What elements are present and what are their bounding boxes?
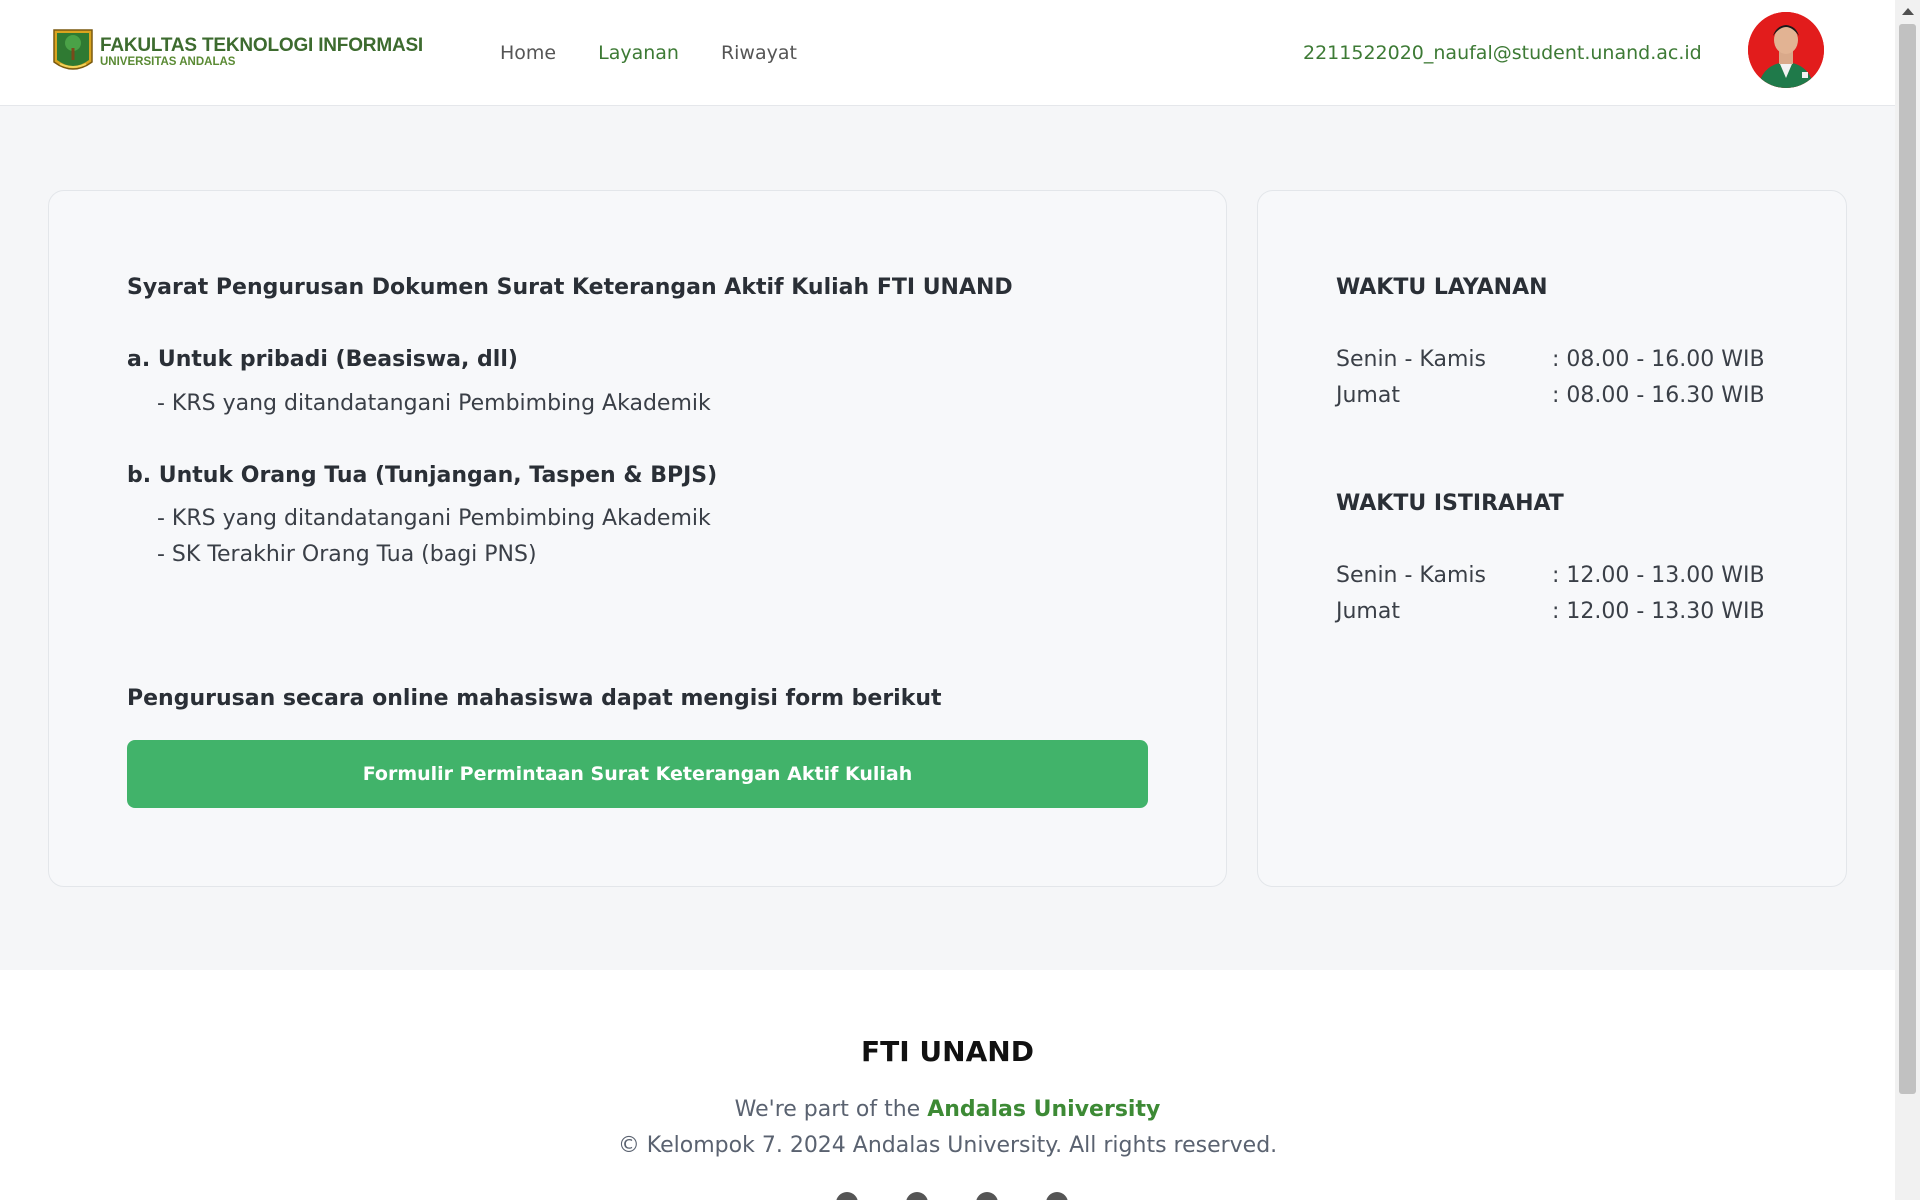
request-form-button[interactable]: Formulir Permintaan Surat Keterangan Akt…	[127, 740, 1148, 808]
university-emblem-icon	[53, 29, 93, 70]
section-b-item: - SK Terakhir Orang Tua (bagi PNS)	[157, 542, 537, 567]
schedule-time: : 08.00 - 16.30 WIB	[1552, 383, 1765, 408]
nav-riwayat[interactable]: Riwayat	[721, 42, 797, 64]
faculty-logo[interactable]: FAKULTAS TEKNOLOGI INFORMASI UNIVERSITAS…	[52, 28, 423, 76]
requirements-title: Syarat Pengurusan Dokumen Surat Keterang…	[127, 275, 1013, 300]
schedule-time: : 08.00 - 16.00 WIB	[1552, 347, 1765, 372]
scroll-up-arrow-icon[interactable]	[1902, 8, 1914, 15]
section-b-label: b. Untuk Orang Tua (Tunjangan, Taspen & …	[127, 463, 718, 488]
nav-home[interactable]: Home	[500, 42, 556, 64]
schedule-day: Senin - Kamis	[1336, 563, 1486, 588]
vertical-scrollbar[interactable]	[1895, 0, 1920, 1200]
facebook-icon[interactable]	[836, 1192, 858, 1200]
service-hours-title: WAKTU LAYANAN	[1336, 275, 1548, 300]
schedule-time: : 12.00 - 13.30 WIB	[1552, 599, 1765, 624]
nav-layanan[interactable]: Layanan	[598, 42, 679, 64]
user-email[interactable]: 2211522020_naufal@student.unand.ac.id	[1303, 42, 1702, 64]
schedule-day: Jumat	[1336, 599, 1400, 624]
avatar-photo-icon	[1748, 12, 1824, 88]
section-a-item: - KRS yang ditandatangani Pembimbing Aka…	[157, 391, 711, 416]
footer-affiliation-prefix: We're part of the	[734, 1097, 928, 1122]
section-b-item: - KRS yang ditandatangani Pembimbing Aka…	[157, 506, 711, 531]
logo-subtitle: UNIVERSITAS ANDALAS	[100, 55, 236, 68]
instagram-icon[interactable]	[976, 1192, 998, 1200]
logo-title: FAKULTAS TEKNOLOGI INFORMASI	[100, 34, 424, 56]
requirements-card: Syarat Pengurusan Dokumen Surat Keterang…	[48, 190, 1227, 887]
schedule-day: Senin - Kamis	[1336, 347, 1486, 372]
section-a-label: a. Untuk pribadi (Beasiswa, dll)	[127, 347, 518, 372]
youtube-icon[interactable]	[1046, 1192, 1068, 1200]
main-nav: Home Layanan Riwayat	[500, 42, 797, 64]
schedule-day: Jumat	[1336, 383, 1400, 408]
top-navbar: FAKULTAS TEKNOLOGI INFORMASI UNIVERSITAS…	[0, 0, 1895, 106]
schedule-time: : 12.00 - 13.00 WIB	[1552, 563, 1765, 588]
scroll-thumb[interactable]	[1899, 24, 1916, 1094]
footer-copyright: © Kelompok 7. 2024 Andalas University. A…	[617, 1133, 1278, 1158]
schedule-card: WAKTU LAYANAN Senin - Kamis : 08.00 - 16…	[1257, 190, 1847, 887]
page-footer: FTI UNAND We're part of the Andalas Univ…	[0, 970, 1895, 1200]
break-hours-title: WAKTU ISTIRAHAT	[1336, 491, 1564, 516]
footer-title: FTI UNAND	[861, 1035, 1034, 1068]
online-instruction: Pengurusan secara online mahasiswa dapat…	[127, 686, 942, 711]
user-avatar[interactable]	[1748, 12, 1824, 88]
footer-affiliation: We're part of the Andalas University	[0, 1097, 1895, 1122]
university-link[interactable]: Andalas University	[927, 1097, 1160, 1122]
twitter-icon[interactable]	[906, 1192, 928, 1200]
social-links	[836, 1192, 1068, 1200]
